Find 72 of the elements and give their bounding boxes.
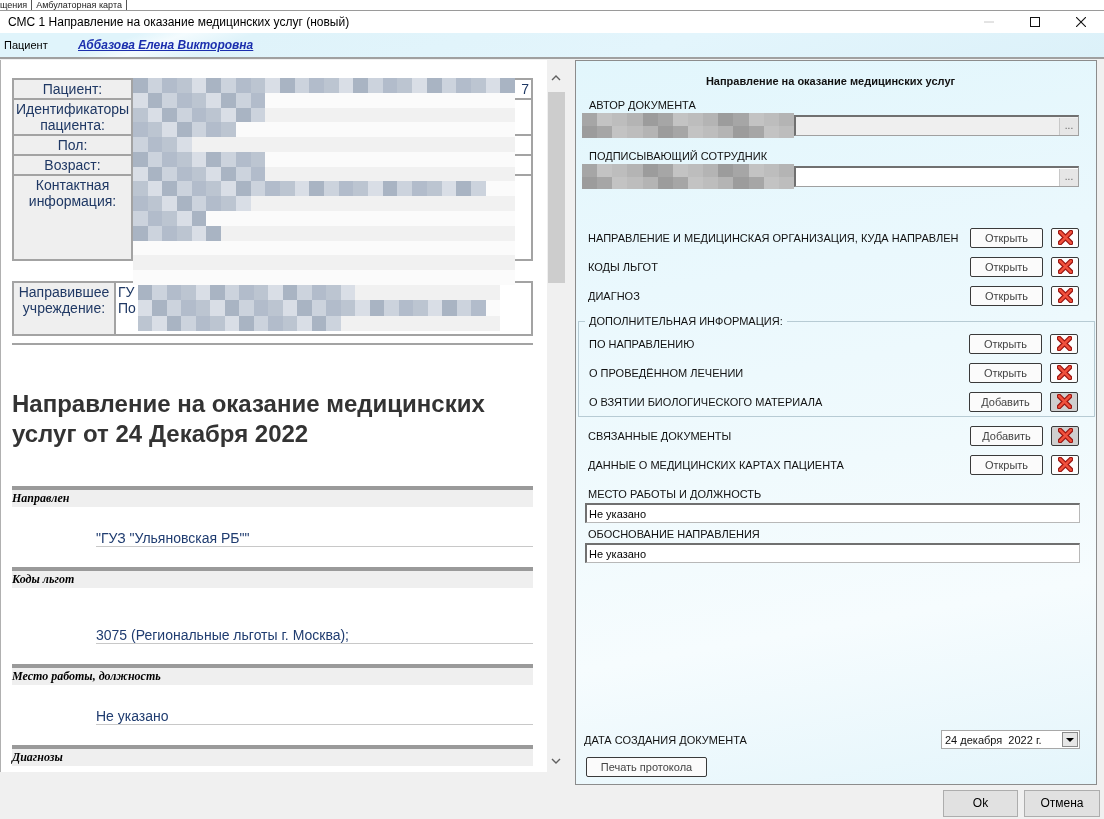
row-label: ПО НАПРАВЛЕНИЮ	[588, 337, 696, 350]
table-label-cell: Пол:	[13, 135, 132, 155]
action-button[interactable]: Открыть	[970, 285, 1043, 306]
patient-label: Пациент	[4, 39, 49, 51]
group-legend: ДОПОЛНИТЕЛЬНАЯ ИНФОРМАЦИЯ:	[585, 314, 787, 328]
chevron-down-icon	[551, 758, 561, 764]
field-label: ПОДПИСЫВАЮЩИЙ СОТРУДНИК	[588, 149, 769, 164]
close-icon	[1076, 17, 1086, 27]
picker-field[interactable]: ...	[794, 166, 1079, 187]
table-label-cell: Контактная информация:	[13, 175, 132, 260]
field-label: МЕСТО РАБОТЫ И ДОЛЖНОСТЬ	[587, 487, 763, 502]
action-button[interactable]: Добавить	[969, 391, 1042, 412]
field-label: ДАТА СОЗДАНИЯ ДОКУМЕНТА	[583, 732, 747, 748]
action-button[interactable]: Открыть	[969, 333, 1042, 354]
section-value: "ГУЗ "Ульяновская РБ""	[96, 507, 533, 547]
field-label: ОБОСНОВАНИЕ НАПРАВЛЕНИЯ	[587, 527, 761, 542]
cross-icon	[1057, 259, 1073, 274]
cross-icon	[1056, 336, 1072, 351]
window-title: СМС 1 Направление на оказание медицинских услуг (новый)	[7, 15, 350, 29]
table-cell: ГУ По	[115, 282, 532, 335]
field-label: АВТОР ДОКУМЕНТА	[588, 98, 697, 113]
section-header: Направлен	[12, 486, 533, 507]
table-label-cell: Идентификаторы пациента:	[13, 99, 132, 135]
cancel-button[interactable]: Отмена	[1024, 789, 1100, 817]
section-header: Коды льгот	[12, 567, 533, 588]
text-field[interactable]: Не указано	[585, 503, 1080, 523]
action-button[interactable]: Открыть	[969, 362, 1042, 383]
section-value: 3075 (Региональные льготы г. Москва);	[96, 588, 533, 644]
section-header: Место работы, должность	[12, 664, 533, 685]
cross-icon	[1057, 288, 1073, 303]
scrollbar-thumb[interactable]	[547, 92, 565, 283]
row-label: НАПРАВЛЕНИЕ И МЕДИЦИНСКАЯ ОРГАНИЗАЦИЯ, КУДА НАПРАВЛЕН	[587, 231, 960, 244]
row-label: СВЯЗАННЫЕ ДОКУМЕНТЫ	[587, 429, 733, 442]
action-button[interactable]: Открыть	[970, 454, 1043, 475]
table-label-cell: Пациент:	[13, 79, 132, 99]
maximize-icon	[1030, 17, 1040, 27]
row-label: ДИАГНОЗ	[587, 289, 641, 302]
ok-button[interactable]: Ok	[943, 789, 1018, 817]
delete-button[interactable]	[1051, 256, 1079, 277]
action-button[interactable]: Открыть	[970, 256, 1043, 277]
table-label-cell: Возраст:	[13, 155, 132, 175]
caret-down-icon	[1066, 737, 1074, 742]
patient-name-link[interactable]: Аббазова Елена Викторовна	[78, 38, 254, 52]
row-label: О ВЗЯТИИ БИОЛОГИЧЕСКОГО МАТЕРИАЛА	[588, 395, 824, 408]
chevron-up-icon	[551, 75, 561, 81]
browse-button[interactable]: ...	[1059, 168, 1078, 186]
dropdown-button[interactable]	[1062, 732, 1078, 747]
date-picker[interactable]: 24 декабря 2022 г.	[941, 730, 1080, 749]
cross-icon	[1057, 428, 1073, 443]
section-header: Диагнозы	[12, 745, 533, 766]
cross-icon	[1057, 230, 1073, 245]
delete-button[interactable]	[1051, 454, 1079, 475]
document-heading: Направление на оказание медицинских услуг от 24 Декабря 2022	[12, 389, 486, 449]
print-button[interactable]: Печать протокола	[586, 757, 707, 777]
cross-icon	[1056, 365, 1072, 380]
delete-button[interactable]	[1051, 227, 1079, 248]
text-field[interactable]: Не указано	[585, 543, 1080, 563]
form-title: Направление на оказание медицинских услуг	[704, 74, 957, 89]
delete-button[interactable]	[1050, 362, 1078, 383]
delete-button[interactable]	[1050, 333, 1078, 354]
cross-icon	[1056, 394, 1072, 409]
action-button[interactable]: Открыть	[970, 227, 1043, 248]
background-tab[interactable]: щения	[0, 0, 33, 10]
background-tab[interactable]: Амбулаторная карта	[36, 0, 127, 10]
cross-icon	[1057, 457, 1073, 472]
table-label-cell: Направившее учреждение:	[13, 282, 115, 335]
delete-button[interactable]	[1051, 285, 1079, 306]
row-label: О ПРОВЕДЁННОМ ЛЕЧЕНИИ	[588, 366, 745, 379]
row-label: ДАННЫЕ О МЕДИЦИНСКИХ КАРТАХ ПАЦИЕНТА	[587, 458, 845, 471]
section-value: Не указано	[96, 685, 533, 725]
row-label: КОДЫ ЛЬГОТ	[587, 260, 659, 273]
action-button[interactable]: Добавить	[970, 425, 1043, 446]
